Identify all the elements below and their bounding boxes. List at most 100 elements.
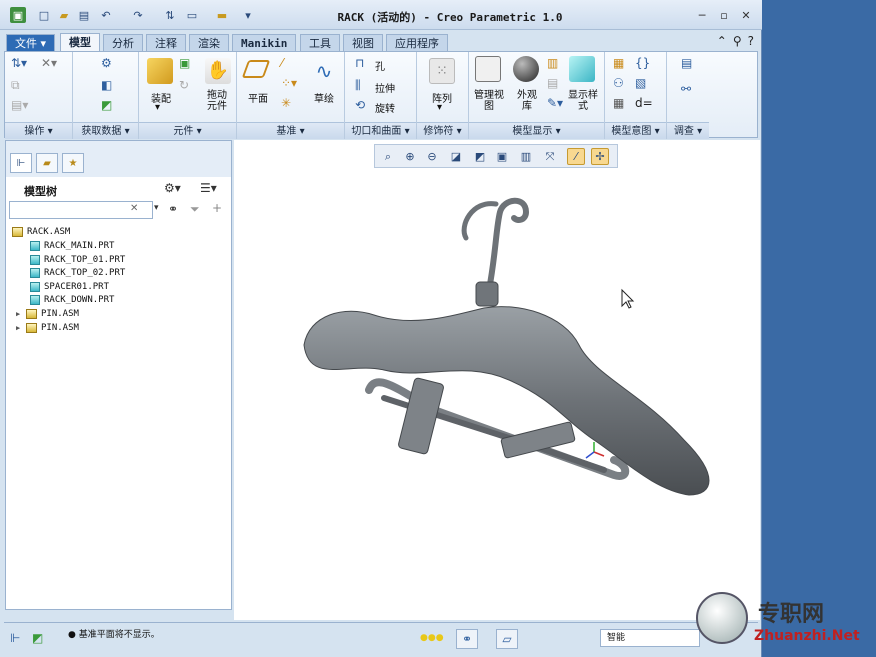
group-label[interactable]: 获取数据 ▾ <box>73 122 138 139</box>
group-label[interactable]: 切口和曲面 ▾ <box>345 122 416 139</box>
display-style-icon[interactable] <box>569 56 595 82</box>
assemble-icon[interactable] <box>147 58 173 84</box>
add-icon[interactable]: + <box>212 201 222 215</box>
paste-icon[interactable]: ▤▾ <box>11 98 28 112</box>
dropdown-arrow-icon[interactable]: ▾ <box>437 102 442 113</box>
ribbon-tabs: 文件 ▾ 模型 分析 注释 渲染 Manikin 工具 视图 应用程序 ⌃ ⚲ … <box>0 31 762 52</box>
tree-item[interactable]: ▶ PIN.ASM <box>16 321 79 334</box>
group-label[interactable]: 修饰符 ▾ <box>417 122 468 139</box>
tab-annotate[interactable]: 注释 <box>146 34 186 51</box>
open-icon[interactable]: ▰ <box>56 7 72 23</box>
copy-icon[interactable]: ⧉ <box>11 78 20 93</box>
relations-braces-icon[interactable]: {} <box>635 56 650 70</box>
extrude-icon[interactable]: ⫼ <box>355 78 361 93</box>
scene-icon[interactable]: ▥ <box>547 56 558 70</box>
minimize-button[interactable]: ─ <box>694 8 710 22</box>
revolve-icon[interactable]: ⟲ <box>355 98 365 112</box>
point-icon[interactable]: ⁘▾ <box>281 76 297 90</box>
tab-view[interactable]: 视图 <box>343 34 383 51</box>
save-icon[interactable]: ▤ <box>76 7 92 23</box>
tree-item[interactable]: RACK_MAIN.PRT <box>30 239 114 252</box>
group-label[interactable]: 调查 ▾ <box>667 122 709 139</box>
folder-browser-tab-icon[interactable]: ▰ <box>36 153 58 173</box>
group-label[interactable]: 模型意图 ▾ <box>605 122 666 139</box>
dropdown-arrow-icon[interactable]: ▾ <box>155 102 160 113</box>
selection-filter[interactable]: 智能 <box>600 629 700 647</box>
selection-box-icon[interactable]: ▱ <box>496 629 518 649</box>
tab-model[interactable]: 模型 <box>60 33 100 52</box>
hole-icon[interactable]: ⊓ <box>355 56 364 70</box>
group-label[interactable]: 基准 ▾ <box>237 122 344 139</box>
repeat-icon[interactable]: ↻ <box>179 78 189 92</box>
model-tree-tab-icon[interactable]: ⊩ <box>10 153 32 173</box>
customize-toolbar-icon[interactable]: ▾ <box>240 7 256 23</box>
new-icon[interactable]: □ <box>36 7 52 23</box>
show-browser-icon[interactable]: ◩ <box>32 631 43 645</box>
tab-tools[interactable]: 工具 <box>300 34 340 51</box>
shrinkwrap-icon[interactable]: ◩ <box>101 98 112 112</box>
user-defined-feature-icon[interactable]: ⚙ <box>101 56 112 70</box>
reference-viewer-icon[interactable]: ⚯ <box>681 82 691 96</box>
tab-analysis[interactable]: 分析 <box>103 34 143 51</box>
windows-icon[interactable]: ▭ <box>184 7 200 23</box>
manage-views-icon[interactable] <box>475 56 501 82</box>
tab-manikin[interactable]: Manikin <box>232 34 297 51</box>
collapse-ribbon-icon[interactable]: ⌃ <box>717 34 727 48</box>
binoculars-icon[interactable]: ⚭ <box>168 202 178 216</box>
search-icon[interactable]: ⚲ <box>733 34 742 48</box>
appearance-sphere-icon[interactable] <box>513 56 539 82</box>
relations-icon[interactable]: d= <box>635 96 653 110</box>
group-label[interactable]: 操作 ▾ <box>5 122 72 139</box>
expand-icon[interactable]: ▶ <box>16 310 24 318</box>
drag-hand-icon[interactable]: ✋ <box>205 58 231 84</box>
family-table-icon[interactable]: ⚇ <box>613 76 624 90</box>
plane-icon[interactable] <box>241 60 271 78</box>
tab-render[interactable]: 渲染 <box>189 34 229 51</box>
maximize-button[interactable]: ▫ <box>716 8 732 22</box>
rack-3d-model[interactable] <box>234 140 760 620</box>
group-component: 装配 ▾ ▣ ↻ ✋ 拖动 元件 元件 ▾ <box>139 52 237 139</box>
undo-icon[interactable]: ↶ <box>98 7 114 23</box>
close-button[interactable]: ✕ <box>738 8 754 22</box>
parameters-icon[interactable]: ▦ <box>613 56 624 70</box>
tree-item[interactable]: RACK_TOP_02.PRT <box>30 266 125 279</box>
favorites-tab-icon[interactable]: ★ <box>62 153 84 173</box>
tab-file[interactable]: 文件 ▾ <box>6 34 56 51</box>
tab-applications[interactable]: 应用程序 <box>386 34 448 51</box>
settings-icon[interactable]: ⚙▾ <box>164 181 181 195</box>
coordinate-system-icon[interactable]: ✳ <box>281 96 291 110</box>
edit-appearance-icon[interactable]: ▤ <box>547 76 558 90</box>
create-component-icon[interactable]: ▣ <box>179 56 190 70</box>
bill-of-materials-icon[interactable]: ▤ <box>681 56 692 70</box>
expand-icon[interactable]: ▶ <box>16 324 24 332</box>
table-icon[interactable]: ▦ <box>613 96 624 110</box>
appearance-gallery-label: 外观 库 <box>517 90 537 112</box>
pattern-icon[interactable]: ⁙ <box>429 58 455 84</box>
find-icon[interactable]: ⚭ <box>456 629 478 649</box>
filter-icon[interactable]: ⏷ <box>190 202 200 217</box>
copy-geometry-icon[interactable]: ◧ <box>101 78 112 92</box>
redo-icon[interactable]: ↷ <box>130 7 146 23</box>
clear-search-icon[interactable]: ✕ <box>130 203 138 214</box>
tree-item[interactable]: RACK.ASM <box>12 225 70 238</box>
tree-item[interactable]: RACK_DOWN.PRT <box>30 293 114 306</box>
regenerate-icon[interactable]: ⇅ <box>162 7 178 23</box>
axis-icon[interactable]: ⁄ <box>281 56 283 70</box>
graphics-window[interactable]: ⌕ ⊕ ⊖ ◪ ◩ ▣ ▥ ⤧ ⁄ ✢ <box>234 140 760 620</box>
part-icon <box>30 254 40 265</box>
tree-item[interactable]: ▶ PIN.ASM <box>16 307 79 320</box>
tree-item[interactable]: RACK_TOP_01.PRT <box>30 253 125 266</box>
dropdown-arrow-icon[interactable]: ▾ <box>154 203 159 213</box>
regenerate-icon[interactable]: ⇅▾ <box>11 56 27 70</box>
group-label[interactable]: 元件 ▾ <box>139 122 236 139</box>
perspective-icon[interactable]: ✎▾ <box>547 96 563 110</box>
show-navigator-icon[interactable]: ⊩ <box>10 631 20 645</box>
close-window-icon[interactable]: ▬ <box>214 7 230 23</box>
publish-geometry-icon[interactable]: ▧ <box>635 76 646 90</box>
tree-item[interactable]: SPACER01.PRT <box>30 280 109 293</box>
group-label[interactable]: 模型显示 ▾ <box>469 122 604 139</box>
help-icon[interactable]: ? <box>748 34 754 48</box>
sketch-icon[interactable]: ∿ <box>311 58 337 84</box>
show-options-icon[interactable]: ☰▾ <box>200 181 217 195</box>
delete-icon[interactable]: ✕▾ <box>41 56 57 70</box>
